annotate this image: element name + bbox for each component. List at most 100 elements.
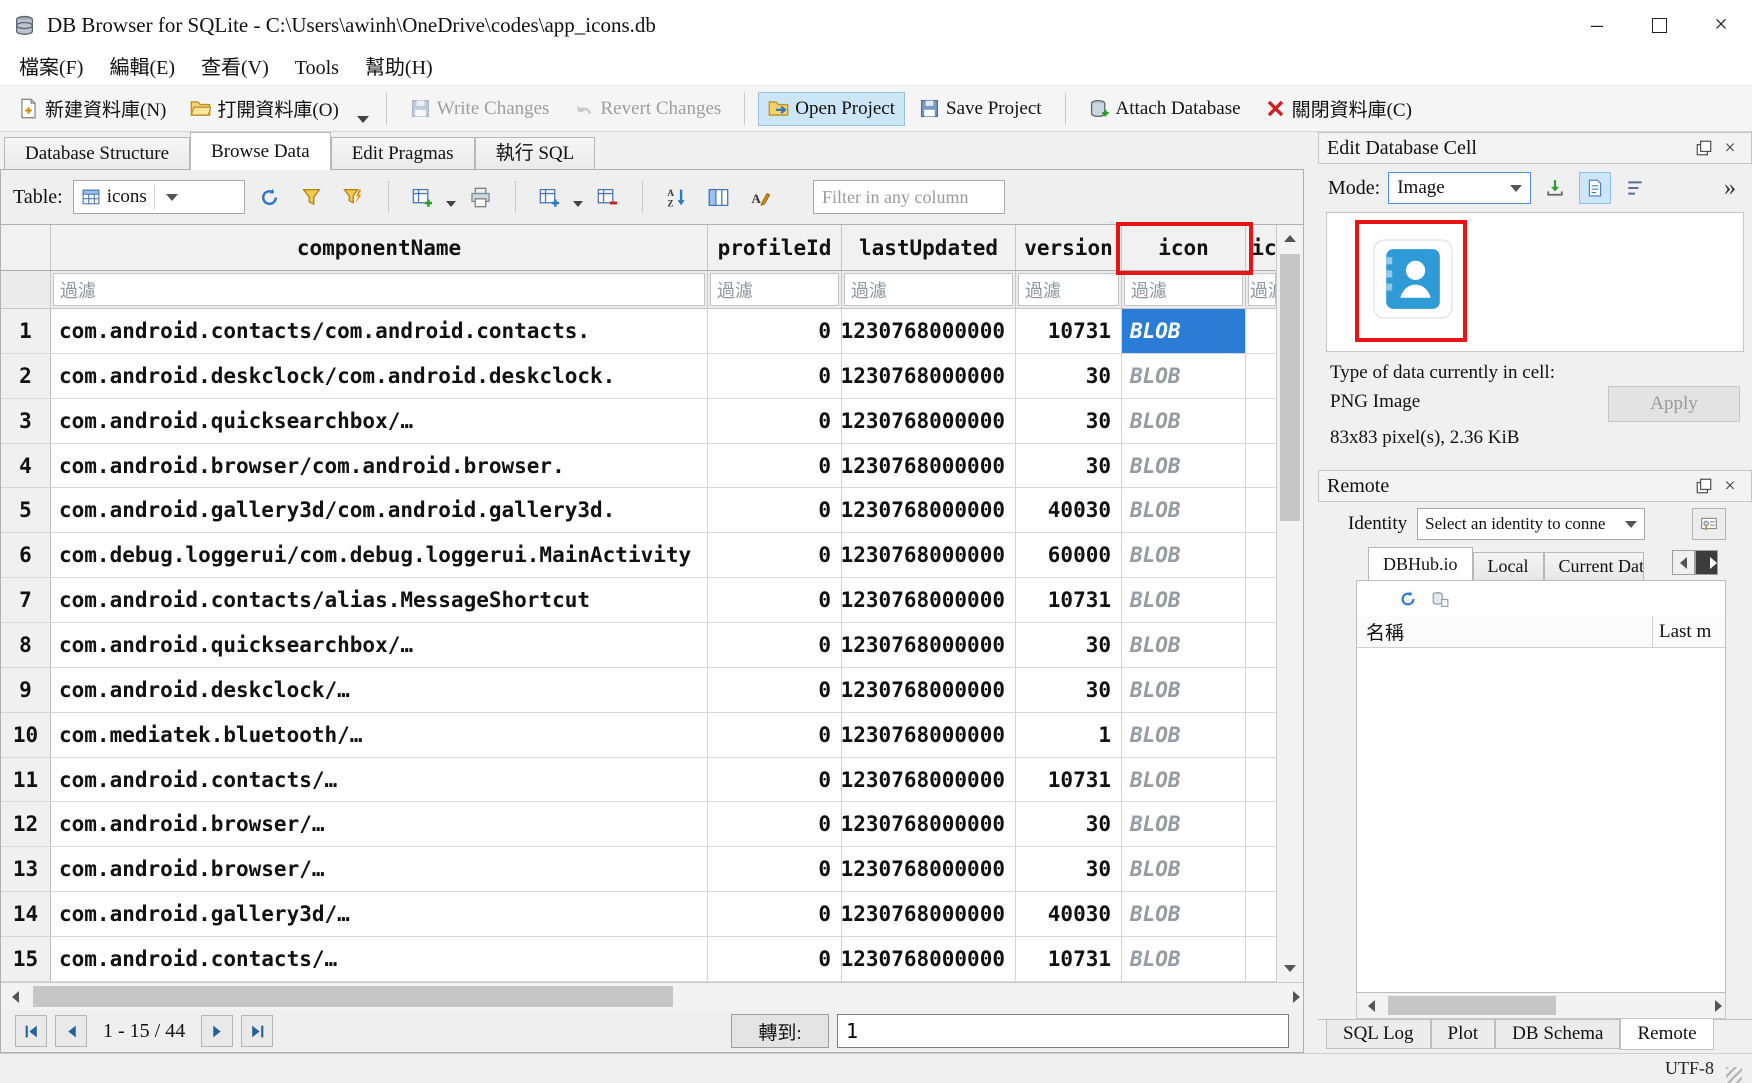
cell-profileid[interactable]: 0	[708, 847, 842, 891]
cell-version[interactable]: 30	[1016, 847, 1122, 891]
sort-ascending-button[interactable]: AZ	[660, 180, 694, 214]
menu-edit[interactable]: 編輯(E)	[96, 50, 188, 86]
cell-icon-blob[interactable]: BLOB	[1122, 399, 1246, 443]
cell-clipped[interactable]	[1246, 488, 1278, 532]
cell-componentname[interactable]: com.mediatek.bluetooth/…	[51, 713, 708, 757]
cell-profileid[interactable]: 0	[708, 533, 842, 577]
last-record-button[interactable]	[241, 1015, 273, 1047]
cell-version[interactable]: 30	[1016, 623, 1122, 667]
table-row[interactable]: 9com.android.deskclock/…0123076800000030…	[1, 668, 1276, 713]
table-row[interactable]: 5com.android.gallery3d/com.android.galle…	[1, 488, 1276, 533]
row-number[interactable]: 11	[1, 758, 51, 802]
cell-version[interactable]: 30	[1016, 802, 1122, 846]
table-row[interactable]: 11com.android.contacts/…0123076800000010…	[1, 758, 1276, 803]
scroll-left-button[interactable]	[1357, 993, 1385, 1018]
previous-record-button[interactable]	[55, 1015, 87, 1047]
scroll-down-button[interactable]	[1277, 955, 1303, 982]
cell-lastupdated[interactable]: 1230768000000	[842, 802, 1016, 846]
cell-componentname[interactable]: com.android.gallery3d/com.android.galler…	[51, 488, 708, 532]
cell-clipped[interactable]	[1246, 578, 1278, 622]
filter-input-clipped[interactable]: 過濾	[1246, 271, 1278, 308]
cell-version[interactable]: 40030	[1016, 892, 1122, 936]
cell-clipped[interactable]	[1246, 668, 1278, 712]
save-project-button[interactable]: Save Project	[909, 92, 1052, 126]
row-number[interactable]: 12	[1, 802, 51, 846]
cell-profileid[interactable]: 0	[708, 444, 842, 488]
remote-scrollbar-thumb[interactable]	[1388, 996, 1556, 1015]
cell-lastupdated[interactable]: 1230768000000	[842, 847, 1016, 891]
cell-version[interactable]: 10731	[1016, 937, 1122, 981]
cell-lastupdated[interactable]: 1230768000000	[842, 578, 1016, 622]
cell-icon-blob[interactable]: BLOB	[1122, 623, 1246, 667]
vertical-scrollbar-thumb[interactable]	[1280, 254, 1300, 521]
tab-scroll-left-button[interactable]	[1672, 550, 1695, 575]
mode-select[interactable]: Image	[1388, 172, 1531, 204]
cell-clipped[interactable]	[1246, 354, 1278, 398]
cell-profileid[interactable]: 0	[708, 578, 842, 622]
cell-componentname[interactable]: com.debug.loggerui/com.debug.loggerui.Ma…	[51, 533, 708, 577]
apply-button[interactable]: Apply	[1608, 386, 1740, 422]
table-row[interactable]: 14com.android.gallery3d/…012307680000004…	[1, 892, 1276, 937]
remote-list-body[interactable]	[1357, 648, 1725, 992]
row-number[interactable]: 6	[1, 533, 51, 577]
cell-icon-blob[interactable]: BLOB	[1122, 444, 1246, 488]
new-record-dropdown-icon[interactable]	[446, 201, 456, 207]
cell-lastupdated[interactable]: 1230768000000	[842, 309, 1016, 353]
cell-lastupdated[interactable]: 1230768000000	[842, 937, 1016, 981]
table-row[interactable]: 1com.android.contacts/com.android.contac…	[1, 309, 1276, 354]
tab-local[interactable]: Local	[1473, 552, 1544, 580]
cell-clipped[interactable]	[1246, 937, 1278, 981]
cell-lastupdated[interactable]: 1230768000000	[842, 623, 1016, 667]
filter-input-icon[interactable]: 過濾	[1122, 271, 1246, 308]
row-number[interactable]: 13	[1, 847, 51, 891]
close-button[interactable]: ×	[1690, 0, 1752, 50]
cell-componentname[interactable]: com.android.quicksearchbox/…	[51, 399, 708, 443]
cell-lastupdated[interactable]: 1230768000000	[842, 354, 1016, 398]
table-select[interactable]: icons	[73, 180, 245, 214]
first-record-button[interactable]	[15, 1015, 47, 1047]
tab-db-schema[interactable]: DB Schema	[1495, 1020, 1620, 1049]
cell-componentname[interactable]: com.android.browser/…	[51, 847, 708, 891]
cell-profileid[interactable]: 0	[708, 623, 842, 667]
cell-profileid[interactable]: 0	[708, 309, 842, 353]
filter-input-lastupdated[interactable]: 過濾	[842, 271, 1016, 308]
new-database-button[interactable]: 新建資料庫(N)	[8, 89, 176, 128]
cell-version[interactable]: 30	[1016, 354, 1122, 398]
word-wrap-button[interactable]	[1619, 172, 1651, 204]
cell-componentname[interactable]: com.android.deskclock/com.android.deskcl…	[51, 354, 708, 398]
cell-componentname[interactable]: com.android.contacts/…	[51, 758, 708, 802]
cell-icon-blob[interactable]: BLOB	[1122, 892, 1246, 936]
maximize-button[interactable]	[1628, 0, 1690, 50]
tab-scroll-right-button[interactable]	[1695, 550, 1718, 575]
remote-horizontal-scrollbar[interactable]	[1356, 993, 1726, 1019]
cell-version[interactable]: 10731	[1016, 578, 1122, 622]
cell-clipped[interactable]	[1246, 802, 1278, 846]
filter-any-column-input[interactable]	[813, 180, 1005, 214]
table-row[interactable]: 13com.android.browser/…0123076800000030B…	[1, 847, 1276, 892]
filter-input-profileid[interactable]: 過濾	[708, 271, 842, 308]
identity-select[interactable]: Select an identity to conne	[1417, 508, 1645, 540]
delete-record-button[interactable]	[591, 180, 625, 214]
cell-lastupdated[interactable]: 1230768000000	[842, 713, 1016, 757]
cell-icon-blob[interactable]: BLOB	[1122, 488, 1246, 532]
column-header-componentname[interactable]: componentName	[51, 225, 708, 270]
table-row[interactable]: 2com.android.deskclock/com.android.deskc…	[1, 354, 1276, 399]
open-database-button[interactable]: 打開資料庫(O)	[180, 89, 348, 128]
column-header-icon[interactable]: icon	[1122, 225, 1246, 270]
table-row[interactable]: 4com.android.browser/com.android.browser…	[1, 444, 1276, 489]
table-row[interactable]: 6com.debug.loggerui/com.debug.loggerui.M…	[1, 533, 1276, 578]
float-panel-button[interactable]	[1691, 135, 1717, 161]
cell-componentname[interactable]: com.android.quicksearchbox/…	[51, 623, 708, 667]
close-database-button[interactable]: 關閉資料庫(C)	[1255, 89, 1422, 128]
cell-icon-blob[interactable]: BLOB	[1122, 847, 1246, 891]
cell-icon-blob[interactable]: BLOB	[1122, 309, 1246, 353]
row-number[interactable]: 14	[1, 892, 51, 936]
cell-lastupdated[interactable]: 1230768000000	[842, 892, 1016, 936]
menu-view[interactable]: 查看(V)	[188, 50, 282, 86]
minimize-button[interactable]: –	[1566, 0, 1628, 50]
tab-remote[interactable]: Remote	[1620, 1019, 1713, 1050]
menu-file[interactable]: 檔案(F)	[6, 50, 96, 86]
column-header-profileid[interactable]: profileId	[708, 225, 842, 270]
column-header-clipped[interactable]: ic	[1246, 225, 1278, 270]
menu-help[interactable]: 幫助(H)	[352, 50, 446, 86]
